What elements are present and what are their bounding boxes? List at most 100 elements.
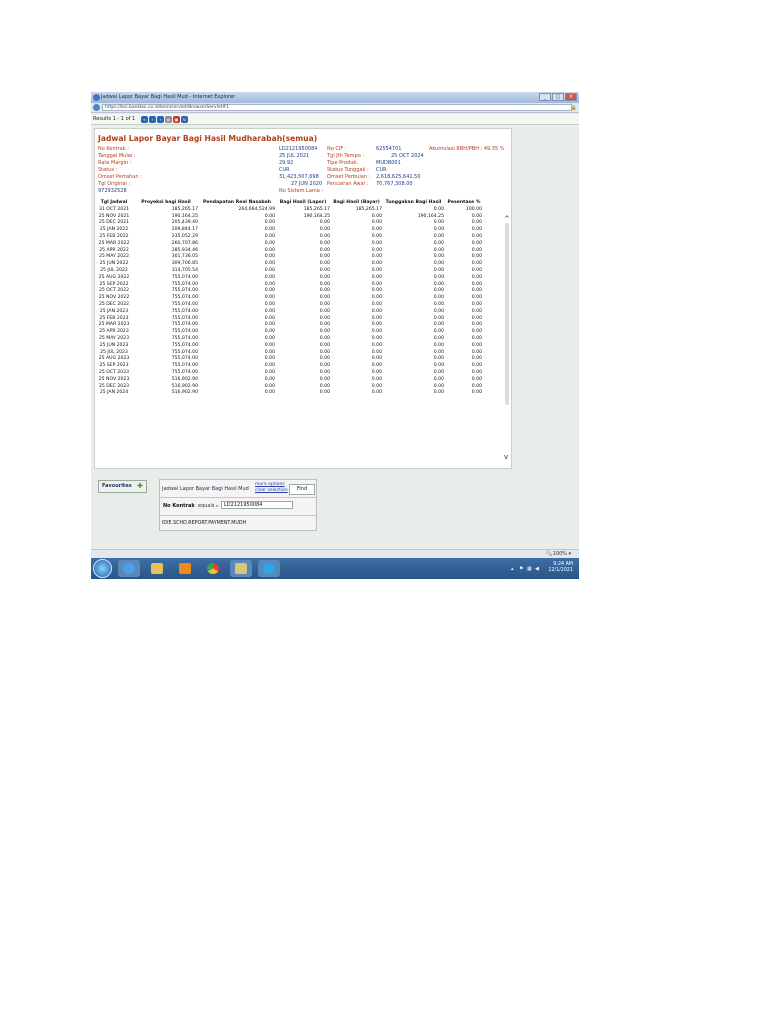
cell-pendapatan: 0.00 — [264, 213, 275, 219]
cell-tgl-jadwal: 25 JUN 2023 — [99, 342, 129, 348]
cell-pendapatan: 0.00 — [264, 369, 275, 375]
taskbar-file-explorer-icon[interactable] — [146, 560, 168, 577]
value-status-tunggak: CUR — [376, 167, 387, 173]
find-button[interactable]: Find — [289, 484, 315, 495]
clock-date: 12/1/2021 — [548, 568, 573, 573]
table-row: 25 DEC 2021 205,439.40 0.00 0.00 0.00 0.00 0.0… — [96, 220, 492, 227]
next-page-icon[interactable]: › — [157, 116, 164, 123]
value-omset-pertahun: 31,423,507,698 — [279, 174, 319, 180]
taskbar-app-icon[interactable] — [230, 560, 252, 577]
cell-tgl-jadwal: 25 JAN 2022 — [99, 227, 129, 233]
start-button-icon[interactable] — [93, 559, 112, 578]
report-id: IDIE.SCHD.REPORT.PAYMENT.MUDH — [162, 521, 247, 526]
cell-tunggakan: 0.00 — [433, 233, 444, 239]
tray-network-icon[interactable]: ▦ — [527, 566, 532, 572]
maximize-button[interactable]: □ — [552, 93, 564, 101]
table-row: 25 NOV 2022 755,074.00 0.00 0.00 0.00 0.00 0.0… — [96, 295, 492, 302]
table-row: 25 JAN 2023 755,074.00 0.00 0.00 0.00 0.00 0.0… — [96, 309, 492, 316]
cell-pendapatan: 0.00 — [264, 363, 275, 369]
refresh-icon[interactable]: ↻ — [181, 116, 188, 123]
cell-pendapatan: 0.00 — [264, 322, 275, 328]
label-tipe-produk: Tipe Produk: — [327, 160, 358, 166]
table-scrollbar[interactable]: ^ v — [503, 215, 511, 465]
table-body: 31 OCT 2021 185,265.17 264,664,524.99 185,2… — [96, 207, 492, 397]
clock[interactable]: 9:24 AM 12/1/2021 — [548, 562, 573, 574]
prev-page-icon[interactable]: ‹ — [149, 116, 156, 123]
cell-pendapatan: 0.00 — [264, 274, 275, 280]
label-status-tunggak: Status Tunggak : — [327, 167, 369, 173]
tray-flag-icon[interactable]: ⚑ — [519, 566, 523, 572]
add-favourite-icon[interactable]: ✚ — [137, 481, 143, 492]
cell-pendapatan: 0.00 — [264, 295, 275, 301]
url-field[interactable]: https://bsi.bankbsi.co.id/bsm/servlet/Br… — [102, 104, 572, 111]
table-row: 25 MAR 2022 260,707.86 0.00 0.00 0.00 0.00 0.0… — [96, 241, 492, 248]
value-tipe-produk: MUDB001 — [376, 160, 401, 166]
table-row: 25 MAY 2023 755,074.00 0.00 0.00 0.00 0.00 0.0… — [96, 336, 492, 343]
first-page-icon[interactable]: « — [141, 116, 148, 123]
table-row: 25 FEB 2022 235,052.29 0.00 0.00 0.00 0.00 0.0… — [96, 234, 492, 241]
cell-bayar: 0.00 — [371, 267, 382, 273]
scroll-down-icon[interactable]: v — [504, 453, 508, 461]
cell-tunggakan: 0.00 — [433, 261, 444, 267]
cell-tgl-jadwal: 25 JAN 2023 — [99, 308, 129, 314]
system-tray: ▴ ⚑ ▦ ◀ 9:24 AM 12/1/2021 — [497, 558, 577, 579]
cell-pendapatan: 0.00 — [264, 281, 275, 287]
more-options-link[interactable]: more options — [255, 482, 285, 487]
cell-lapor: 185,265.17 — [303, 206, 330, 212]
cell-pendapatan: 0.00 — [264, 376, 275, 382]
label-tgl-original: Tgl Original : — [98, 181, 131, 187]
cell-tunggakan: 0.00 — [433, 376, 444, 382]
value-rate-margin: 29.92 — [279, 160, 294, 166]
taskbar-chrome-icon[interactable] — [202, 560, 224, 577]
cell-pendapatan: 0.00 — [264, 227, 275, 233]
cell-tgl-jadwal: 31 OCT 2021 — [98, 206, 130, 212]
table-row: 25 APR 2023 755,074.00 0.00 0.00 0.00 0.00 0.0… — [96, 329, 492, 336]
cell-pesentase: 0.00 — [471, 342, 482, 348]
cell-bayar: 0.00 — [371, 308, 382, 314]
cell-tunggakan: 0.00 — [433, 206, 444, 212]
tray-volume-icon[interactable]: ◀ — [535, 566, 539, 572]
cell-bayar: 0.00 — [371, 261, 382, 267]
close-button[interactable]: × — [565, 93, 577, 101]
cell-pendapatan: 0.00 — [264, 383, 275, 389]
cell-pesentase: 0.00 — [471, 329, 482, 335]
table-row: 25 AUG 2022 755,074.00 0.00 0.00 0.00 0.00 0.0… — [96, 275, 492, 282]
minimize-button[interactable]: _ — [539, 93, 551, 101]
cell-lapor: 0.00 — [319, 376, 330, 382]
clear-selection-link[interactable]: clear selection — [255, 488, 288, 493]
scroll-up-icon[interactable]: ^ — [504, 215, 510, 223]
cell-pesentase: 0.00 — [471, 233, 482, 239]
cell-pendapatan: 0.00 — [264, 288, 275, 294]
favourites-button[interactable]: Favourites ✚ — [98, 480, 147, 493]
pdf-icon[interactable]: ▣ — [173, 116, 180, 123]
tray-arrow-icon[interactable]: ▴ — [511, 566, 514, 572]
cell-pendapatan: 0.00 — [264, 356, 275, 362]
cell-tunggakan: 0.00 — [433, 267, 444, 273]
scroll-thumb[interactable] — [505, 223, 509, 405]
zoom-level[interactable]: 🔍100% ▾ — [546, 551, 571, 557]
cell-pendapatan: 0.00 — [264, 329, 275, 335]
taskbar-media-player-icon[interactable] — [174, 560, 196, 577]
cell-tgl-jadwal: 25 AUG 2022 — [98, 274, 130, 280]
cell-lapor: 0.00 — [319, 363, 330, 369]
cell-proyeksi: 755,074.00 — [171, 369, 198, 375]
print-icon[interactable]: ▤ — [165, 116, 172, 123]
cell-proyeksi: 209,844.17 — [171, 227, 198, 233]
cell-pendapatan: 0.00 — [264, 247, 275, 253]
table-row: 25 NOV 2021 190,164.25 0.00 190,164.25 0.00 1… — [96, 214, 492, 221]
taskbar-skype-icon[interactable] — [258, 560, 280, 577]
taskbar: ▴ ⚑ ▦ ◀ 9:24 AM 12/1/2021 — [91, 558, 579, 579]
cell-bayar: 185,265.17 — [355, 206, 382, 212]
divider — [160, 497, 316, 498]
header-pendapatan: Pendapatan Real Nasabah — [202, 200, 272, 205]
criteria-operator: equals — [198, 503, 215, 509]
value-tgl-original: 27 JUN 2020 — [291, 181, 323, 187]
window-title: Jadwal Lapor Bayar Bagi Hasil Mud - Inte… — [101, 94, 236, 100]
cell-proyeksi: 755,074.00 — [171, 308, 198, 314]
cell-bayar: 0.00 — [371, 363, 382, 369]
back-icon[interactable] — [93, 104, 100, 111]
taskbar-internet-explorer-icon[interactable] — [118, 560, 140, 577]
cell-tunggakan: 0.00 — [433, 369, 444, 375]
cell-tgl-jadwal: 25 DEC 2022 — [98, 301, 130, 307]
criteria-value-input[interactable]: LD2121950084 — [221, 501, 293, 509]
